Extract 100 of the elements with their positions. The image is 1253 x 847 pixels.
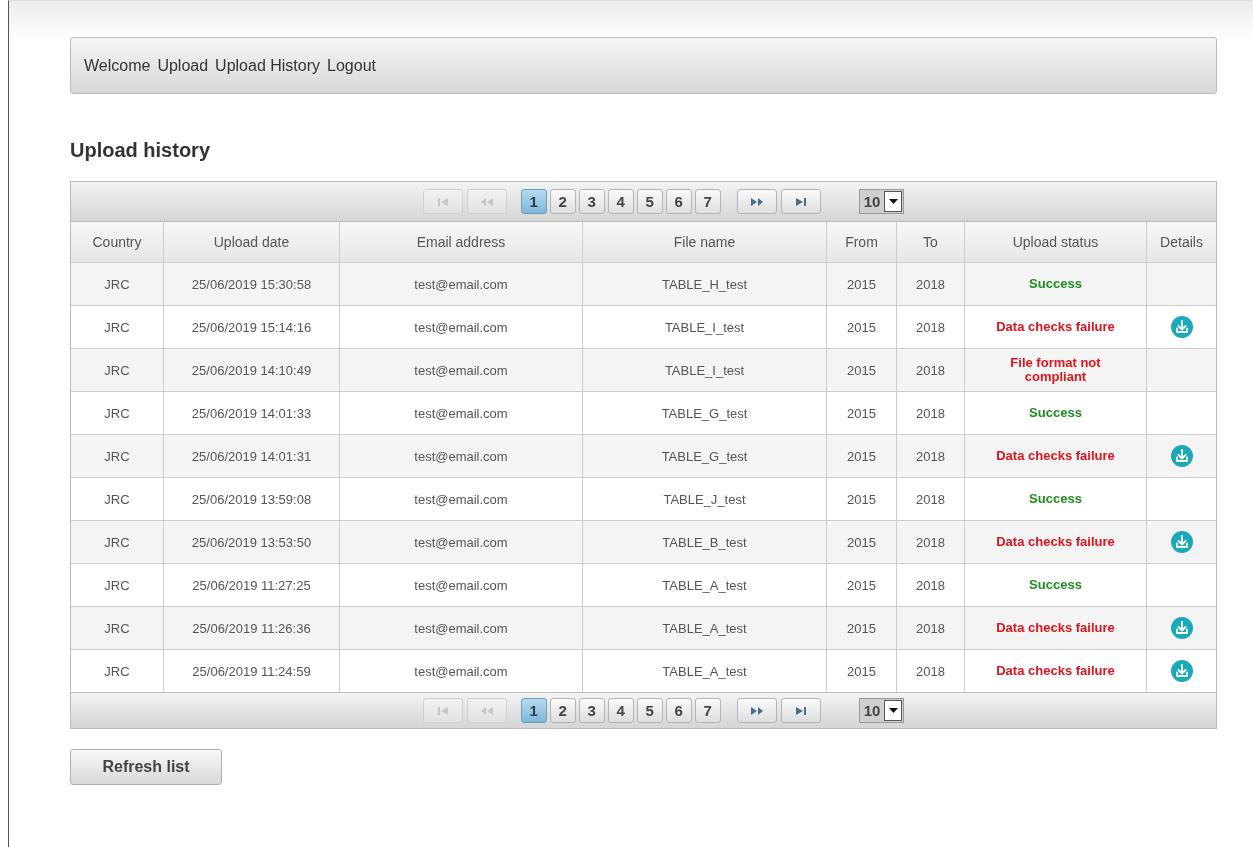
nav-link[interactable]: Logout (327, 56, 376, 75)
status-cell: Data checks failure (964, 305, 1147, 349)
download-icon[interactable] (1170, 660, 1193, 682)
date-cell: 25/06/2019 13:53:50 (163, 520, 340, 564)
download-icon[interactable] (1170, 316, 1193, 338)
status-cell: Data checks failure (964, 434, 1147, 478)
nav-link[interactable]: Upload (157, 56, 209, 75)
page-number-button[interactable]: 2 (549, 189, 576, 214)
country-cell: JRC (71, 434, 164, 478)
file-name-cell: TABLE_G_test (582, 391, 827, 435)
from-cell: 2015 (826, 391, 897, 435)
date-cell: 25/06/2019 11:24:59 (163, 649, 340, 693)
file-name-cell: TABLE_I_test (582, 348, 827, 392)
date-cell: 25/06/2019 11:26:36 (163, 606, 340, 650)
date-cell: 25/06/2019 11:27:25 (163, 563, 340, 607)
from-cell: 2015 (826, 262, 897, 306)
email-cell: test@email.com (339, 520, 583, 564)
email-cell: test@email.com (339, 434, 583, 478)
status-cell: Success (964, 262, 1147, 306)
to-cell: 2018 (896, 563, 965, 607)
country-cell: JRC (71, 477, 164, 521)
previous-page-icon (480, 197, 493, 206)
file-name-cell: TABLE_H_test (582, 262, 827, 306)
to-cell: 2018 (896, 606, 965, 650)
status-cell: Data checks failure (964, 606, 1147, 650)
nav-link[interactable]: Welcome (84, 56, 151, 75)
next-page-icon (750, 706, 763, 715)
to-cell: 2018 (896, 262, 965, 306)
page-number-button[interactable]: 7 (694, 698, 721, 723)
email-cell: test@email.com (339, 305, 583, 349)
date-cell: 25/06/2019 14:10:49 (163, 348, 340, 392)
page-number-button[interactable]: 3 (578, 698, 605, 723)
download-icon[interactable] (1170, 531, 1193, 553)
refresh-list-button[interactable]: Refresh list (70, 749, 222, 785)
file-name-cell: TABLE_A_test (582, 563, 827, 607)
file-name-cell: TABLE_B_test (582, 520, 827, 564)
date-cell: 25/06/2019 14:01:33 (163, 391, 340, 435)
status-cell: Data checks failure (964, 649, 1147, 693)
country-cell: JRC (71, 606, 164, 650)
caret-icon (888, 199, 898, 204)
column-header: From (826, 222, 897, 263)
page-number-button[interactable]: 6 (665, 189, 692, 214)
from-cell: 2015 (826, 477, 897, 521)
caret-icon (888, 708, 898, 713)
file-name-cell: TABLE_A_test (582, 606, 827, 650)
page-size-select[interactable]: 10 (858, 189, 905, 214)
file-name-cell: TABLE_G_test (582, 434, 827, 478)
country-cell: JRC (71, 563, 164, 607)
from-cell: 2015 (826, 563, 897, 607)
email-cell: test@email.com (339, 563, 583, 607)
page-number-button[interactable]: 1 (520, 698, 547, 723)
from-cell: 2015 (826, 434, 897, 478)
date-cell: 25/06/2019 15:14:16 (163, 305, 340, 349)
file-name-cell: TABLE_I_test (582, 305, 827, 349)
page-number-button[interactable]: 2 (549, 698, 576, 723)
status-cell: Success (964, 391, 1147, 435)
download-icon[interactable] (1170, 617, 1193, 639)
first-page-icon (437, 197, 448, 206)
page-number-button[interactable]: 1 (520, 189, 547, 214)
next-page-button[interactable] (736, 189, 777, 214)
last-page-button[interactable] (780, 189, 821, 214)
email-cell: test@email.com (339, 262, 583, 306)
email-cell: test@email.com (339, 391, 583, 435)
page-number-button[interactable]: 5 (636, 189, 663, 214)
to-cell: 2018 (896, 649, 965, 693)
page-size-select[interactable]: 10 (858, 698, 905, 723)
country-cell: JRC (71, 262, 164, 306)
next-page-icon (750, 197, 763, 206)
status-cell: Data checks failure (964, 520, 1147, 564)
next-page-button[interactable] (736, 698, 777, 723)
to-cell: 2018 (896, 391, 965, 435)
file-name-cell: TABLE_J_test (582, 477, 827, 521)
download-icon[interactable] (1170, 445, 1193, 467)
country-cell: JRC (71, 520, 164, 564)
page-number-button[interactable]: 5 (636, 698, 663, 723)
column-header: To (896, 222, 965, 263)
page-number-button[interactable]: 4 (607, 189, 634, 214)
previous-page-icon (480, 706, 493, 715)
nav-link[interactable]: Upload History (215, 56, 321, 75)
status-cell: Success (964, 477, 1147, 521)
first-page-icon (437, 706, 448, 715)
column-header: File name (582, 222, 827, 263)
last-page-button[interactable] (780, 698, 821, 723)
to-cell: 2018 (896, 520, 965, 564)
page-number-button[interactable]: 4 (607, 698, 634, 723)
last-page-icon (795, 706, 806, 715)
page-number-button[interactable]: 7 (694, 189, 721, 214)
page-number-button[interactable]: 6 (665, 698, 692, 723)
from-cell: 2015 (826, 606, 897, 650)
date-cell: 25/06/2019 14:01:31 (163, 434, 340, 478)
email-cell: test@email.com (339, 606, 583, 650)
page-number-button[interactable]: 3 (578, 189, 605, 214)
status-cell: File format not compliant (964, 348, 1147, 392)
column-header: Country (71, 222, 164, 263)
date-cell: 25/06/2019 13:59:08 (163, 477, 340, 521)
from-cell: 2015 (826, 649, 897, 693)
from-cell: 2015 (826, 305, 897, 349)
email-cell: test@email.com (339, 649, 583, 693)
status-cell: Success (964, 563, 1147, 607)
country-cell: JRC (71, 305, 164, 349)
